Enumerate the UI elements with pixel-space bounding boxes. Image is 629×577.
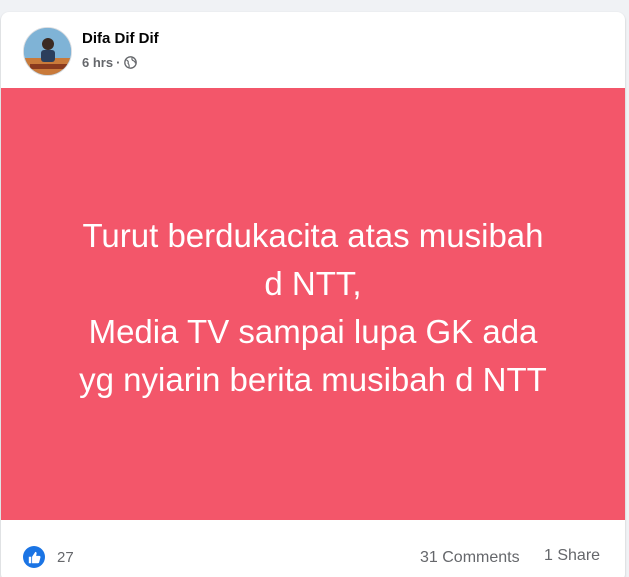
post-footer: 27 31 Comments 1 Share bbox=[1, 520, 625, 577]
like-icon[interactable] bbox=[23, 546, 45, 568]
post-time[interactable]: 6 hrs bbox=[82, 55, 113, 70]
shares-link[interactable]: 1 Share bbox=[544, 547, 600, 565]
reaction-count[interactable]: 27 bbox=[57, 549, 74, 566]
avatar-image bbox=[24, 28, 71, 75]
post-meta: 6 hrs · bbox=[82, 55, 138, 70]
author-name[interactable]: Difa Dif Dif bbox=[82, 30, 159, 47]
globe-icon[interactable] bbox=[124, 56, 138, 69]
post-text: Turut berdukacita atas musibah d NTT, Me… bbox=[79, 217, 547, 398]
comments-link[interactable]: 31 Comments bbox=[420, 549, 520, 567]
post-background: Turut berdukacita atas musibah d NTT, Me… bbox=[1, 88, 625, 520]
post-card: Difa Dif Dif 6 hrs · Turut berdukacita a… bbox=[1, 12, 625, 577]
avatar[interactable] bbox=[23, 27, 72, 76]
meta-separator: · bbox=[116, 55, 121, 70]
post-header: Difa Dif Dif 6 hrs · bbox=[1, 12, 625, 88]
